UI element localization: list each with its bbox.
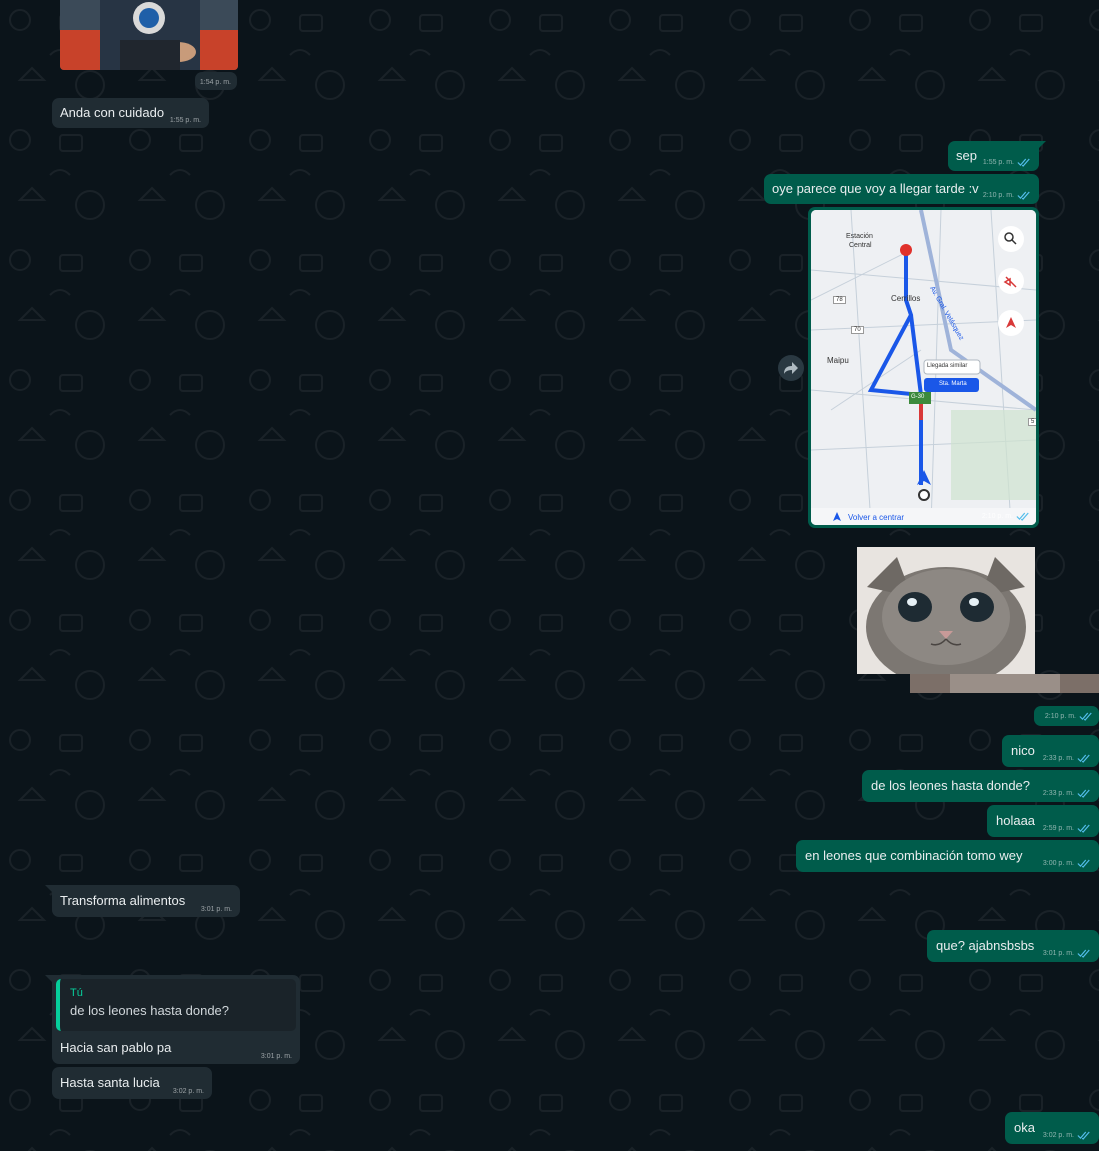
incoming-message[interactable]: Anda con cuidado 1:55 p. m. [52, 98, 209, 128]
bubble-tail [45, 975, 53, 983]
person-photo [60, 0, 238, 70]
double-check-icon [1077, 859, 1090, 868]
map-label-station-2: Central [849, 242, 872, 249]
map-screenshot [811, 210, 1036, 525]
forward-button[interactable] [778, 355, 804, 381]
outgoing-message[interactable]: sep 1:55 p. m. [948, 141, 1046, 171]
message-text: holaaa [996, 813, 1036, 828]
bubble-tail [45, 885, 53, 893]
message-time: 2:33 p. m. [1042, 755, 1074, 762]
message-time: 3:01 p. m. [260, 1053, 292, 1060]
double-check-icon [1077, 824, 1090, 833]
message-text: que? ajabnsbsbs [936, 938, 1035, 953]
double-check-icon [1077, 754, 1090, 763]
double-check-icon [1077, 1131, 1090, 1140]
message-text: oye parece que voy a llegar tarde :v [772, 181, 979, 196]
map-label-station: Estación [846, 233, 873, 240]
message-time: 2:10 p. m. [981, 513, 1013, 520]
incoming-message[interactable]: Transforma alimentos 3:01 p. m. [45, 885, 240, 917]
message-text: Anda con cuidado [60, 105, 165, 120]
map-label-llegada: Llegada similar [927, 363, 968, 369]
outgoing-message[interactable]: que? ajabnsbsbs 3:01 p. m. [927, 930, 1099, 962]
message-time: 3:02 p. m. [1042, 1132, 1074, 1139]
cat-sticker-strip [910, 674, 1099, 693]
message-text: en leones que combinación tomo wey [805, 848, 1023, 863]
map-label-road-78: 78 [833, 296, 846, 304]
incoming-image-message[interactable] [60, 0, 238, 70]
message-text: de los leones hasta donde? [871, 778, 1031, 793]
outgoing-message[interactable]: oka 3:02 p. m. [1005, 1112, 1099, 1144]
message-time: 3:02 p. m. [172, 1088, 204, 1095]
outgoing-message[interactable]: en leones que combinación tomo wey 3:00 … [796, 840, 1099, 872]
double-check-icon [1079, 712, 1092, 721]
message-time: 1:54 p. m. [199, 79, 231, 86]
outgoing-map-image-message[interactable]: Estación Central Cerrillos Maipu 78 70 5… [808, 207, 1039, 528]
double-check-icon [1077, 789, 1090, 798]
outgoing-message[interactable]: holaaa 2:59 p. m. [987, 805, 1099, 837]
double-check-icon [1077, 949, 1090, 958]
map-recenter-label: Volver a centrar [848, 513, 905, 522]
message-time: 3:00 p. m. [1042, 860, 1074, 867]
image-time-badge: 1:54 p. m. [195, 72, 237, 90]
message-time: 3:01 p. m. [200, 906, 232, 913]
map-label-cerrillos: Cerrillos [891, 294, 921, 303]
map-label-road-70: 70 [851, 326, 864, 334]
message-time: 1:55 p. m. [982, 159, 1014, 166]
forward-icon [784, 362, 798, 374]
message-time: 2:33 p. m. [1042, 790, 1074, 797]
outgoing-message[interactable]: nico 2:33 p. m. [1002, 735, 1099, 767]
outgoing-message[interactable]: de los leones hasta donde? 2:33 p. m. [862, 770, 1099, 802]
message-text: Hacia san pablo pa [60, 1040, 172, 1055]
quote-text: de los leones hasta donde? [70, 1003, 230, 1018]
message-text: sep [956, 148, 977, 163]
incoming-message[interactable]: Hasta santa lucia 3:02 p. m. [52, 1067, 212, 1099]
map-label-route: G-30 [911, 394, 925, 400]
bubble-tail [1038, 141, 1046, 149]
message-text: Transforma alimentos [60, 893, 186, 908]
quote-author: Tú [70, 987, 83, 999]
message-time: 1:55 p. m. [169, 117, 201, 124]
message-time: 2:59 p. m. [1042, 825, 1074, 832]
map-label-maipu: Maipu [827, 356, 849, 365]
incoming-reply-message[interactable]: Tú de los leones hasta donde? Hacia san … [45, 975, 300, 1064]
message-time: 3:01 p. m. [1042, 950, 1074, 957]
quoted-message[interactable]: Tú de los leones hasta donde? [56, 979, 296, 1031]
crying-cat-sticker [857, 547, 1035, 674]
sticker-time-badge: 2:10 p. m. [1034, 706, 1099, 726]
double-check-icon [1017, 191, 1030, 200]
double-check-icon [1017, 158, 1030, 167]
outgoing-message[interactable]: oye parece que voy a llegar tarde :v 2:1… [764, 174, 1039, 204]
message-time: 2:10 p. m. [982, 192, 1014, 199]
double-check-icon [1016, 512, 1029, 521]
message-text: nico [1011, 743, 1035, 758]
message-text: oka [1014, 1120, 1035, 1135]
message-text: Hasta santa lucia [60, 1075, 160, 1090]
cat-sticker-image[interactable] [857, 547, 1035, 674]
map-label-sta-marta: Sta. Marta [939, 381, 967, 387]
map-label-road-5: 5 [1028, 418, 1036, 426]
message-time: 2:10 p. m. [1044, 713, 1076, 720]
